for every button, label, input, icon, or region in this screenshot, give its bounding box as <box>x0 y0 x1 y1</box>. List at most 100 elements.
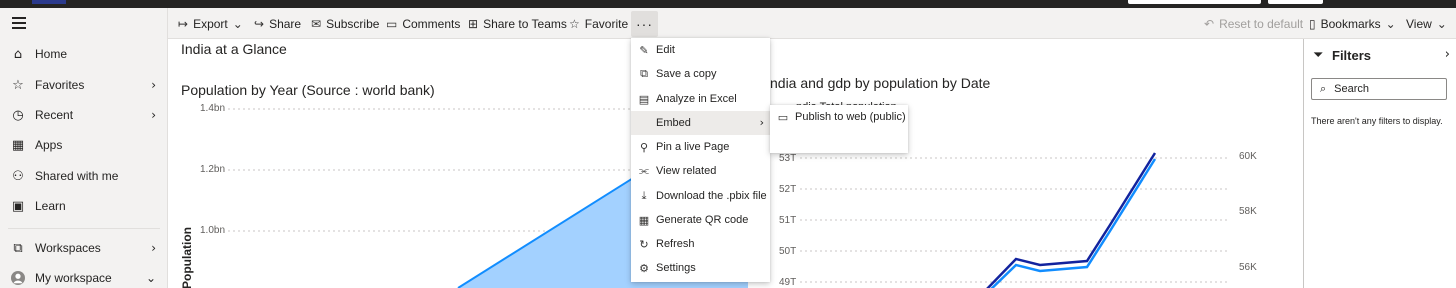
nav-item-workspaces[interactable]: ⧉ Workspaces › <box>0 233 168 263</box>
more-options-button[interactable]: ··· <box>631 11 658 37</box>
bookmarks-button[interactable]: ▯ Bookmarks ⌄ <box>1309 8 1401 39</box>
chevron-right-icon[interactable]: › <box>151 78 156 92</box>
menu-label: Analyze in Excel <box>656 93 737 105</box>
edit-icon: ✎ <box>639 43 649 57</box>
chevron-down-icon[interactable]: ⌄ <box>146 271 156 285</box>
apps-icon: ▦ <box>11 137 25 153</box>
chevron-down-icon: ⌄ <box>232 16 243 31</box>
nav-label-workspaces: Workspaces <box>35 241 101 255</box>
subscribe-button[interactable]: ✉ Subscribe <box>311 8 379 39</box>
export-label: Export <box>193 16 228 31</box>
menu-label: Save a copy <box>656 68 717 80</box>
chevron-right-icon[interactable]: › <box>1445 47 1450 62</box>
top-search-box[interactable] <box>1128 0 1261 4</box>
refresh-icon: ↻ <box>639 237 649 251</box>
visual-title-population: Population by Year (Source : world bank) <box>181 82 435 98</box>
share-button[interactable]: ↪ Share <box>254 8 301 39</box>
reset-to-default-button[interactable]: ↶ Reset to default <box>1204 8 1303 39</box>
menu-item-save-a-copy[interactable]: ⧉ Save a copy <box>631 62 770 86</box>
nav-item-home[interactable]: ⌂ Home <box>0 39 168 69</box>
related-icon: ⫘ <box>639 164 649 177</box>
menu-label: Embed <box>656 117 691 129</box>
nav-item-favorites[interactable]: ☆ Favorites › <box>0 70 168 100</box>
export-button[interactable]: ↦ Export ⌄ <box>178 8 248 39</box>
menu-item-view-related[interactable]: ⫘ View related <box>631 159 770 183</box>
nav-label-shared: Shared with me <box>35 169 119 183</box>
nav-item-shared-with-me[interactable]: ⚇ Shared with me <box>0 161 168 191</box>
top-action-area[interactable] <box>1268 0 1323 4</box>
report-action-bar: ↦ Export ⌄ ↪ Share ✉ Subscribe ▭ Comment… <box>168 8 1456 39</box>
filters-title: Filters <box>1332 48 1372 63</box>
nav-item-recent[interactable]: ◷ Recent › <box>0 100 168 130</box>
app-brand-mark <box>32 0 66 4</box>
gdp-population-line-chart[interactable] <box>800 139 1230 288</box>
menu-item-embed[interactable]: Embed › <box>631 111 770 135</box>
menu-item-pin-live-page[interactable]: ⚲ Pin a live Page <box>631 135 770 159</box>
star-icon: ☆ <box>569 16 580 31</box>
qr-icon: ▦ <box>638 213 650 227</box>
menu-item-refresh[interactable]: ↻ Refresh <box>631 232 770 256</box>
undo-icon: ↶ <box>1204 16 1215 31</box>
menu-item-publish-to-web[interactable]: ▭ Publish to web (public) <box>770 105 908 129</box>
y-axis-title: Population <box>180 227 194 288</box>
nav-item-my-workspace[interactable]: My workspace ⌄ <box>0 263 168 288</box>
chevron-right-icon[interactable]: › <box>151 108 156 122</box>
menu-item-generate-qr[interactable]: ▦ Generate QR code <box>631 208 770 232</box>
menu-label: View related <box>656 165 717 177</box>
nav-label-home: Home <box>35 47 68 61</box>
nav-divider <box>8 228 160 229</box>
share-to-teams-button[interactable]: ⊞ Share to Teams <box>468 8 567 39</box>
left-y-tick: 50T <box>779 246 797 257</box>
embed-submenu: ▭ Publish to web (public) <box>770 105 908 153</box>
menu-item-settings[interactable]: ⚙ Settings <box>631 256 770 280</box>
right-y-tick: 60K <box>1239 151 1257 162</box>
filters-pane: ⏷ Filters › ⌕ Search There aren't any fi… <box>1303 39 1456 288</box>
bookmarks-label: Bookmarks <box>1320 16 1381 31</box>
filter-icon: ⏷ <box>1313 48 1324 63</box>
visual-title-gdp: ndia and gdp by population by Date <box>770 75 991 91</box>
chevron-right-icon[interactable]: › <box>151 241 156 255</box>
top-app-bar <box>0 0 1456 8</box>
menu-label: Download the .pbix file <box>656 190 767 202</box>
avatar-icon <box>11 271 25 285</box>
filters-search-input[interactable]: ⌕ Search <box>1311 78 1447 100</box>
view-label: View <box>1406 16 1432 31</box>
view-button[interactable]: View ⌄ <box>1406 8 1452 39</box>
publish-web-icon: ▭ <box>777 110 789 124</box>
nav-label-favorites: Favorites <box>35 78 85 92</box>
right-y-tick: 58K <box>1239 206 1257 217</box>
menu-item-analyze-in-excel[interactable]: ▤ Analyze in Excel <box>631 87 770 111</box>
hamburger-menu-icon[interactable] <box>12 17 26 29</box>
y-tick-label: 1.0bn <box>200 225 226 236</box>
home-icon: ⌂ <box>13 46 23 62</box>
subscribe-label: Subscribe <box>326 16 380 31</box>
teams-icon: ⊞ <box>468 16 479 31</box>
left-y-tick: 49T <box>779 277 797 288</box>
nav-item-apps[interactable]: ▦ Apps <box>0 130 168 160</box>
left-y-tick: 51T <box>779 215 797 226</box>
menu-label: Edit <box>656 44 675 56</box>
nav-label-learn: Learn <box>35 199 66 213</box>
search-icon: ⌕ <box>1320 82 1327 95</box>
y-tick-label: 1.2bn <box>200 164 226 175</box>
menu-item-download-pbix[interactable]: ⤓ Download the .pbix file <box>631 184 770 208</box>
chevron-right-icon: › <box>759 116 764 129</box>
more-options-menu: ✎ Edit ⧉ Save a copy ▤ Analyze in Excel … <box>631 38 770 282</box>
share-to-teams-label: Share to Teams <box>483 16 567 31</box>
favorite-button[interactable]: ☆ Favorite <box>569 8 628 39</box>
pin-icon: ⚲ <box>639 140 649 154</box>
nav-item-learn[interactable]: ▣ Learn <box>0 191 168 221</box>
y-tick-label: 1.4bn <box>200 103 226 114</box>
export-icon: ↦ <box>178 16 189 31</box>
menu-item-edit[interactable]: ✎ Edit <box>631 38 770 62</box>
filters-empty-message: There aren't any filters to display. <box>1311 116 1443 126</box>
left-y-tick: 52T <box>779 184 797 195</box>
copy-icon: ⧉ <box>640 67 648 80</box>
chevron-down-icon: ⌄ <box>1436 16 1447 31</box>
settings-icon: ⚙ <box>639 261 649 275</box>
share-icon: ↪ <box>254 16 265 31</box>
person-share-icon: ⚇ <box>12 168 24 184</box>
menu-label: Generate QR code <box>656 214 749 226</box>
favorite-label: Favorite <box>584 16 629 31</box>
comments-button[interactable]: ▭ Comments <box>386 8 460 39</box>
